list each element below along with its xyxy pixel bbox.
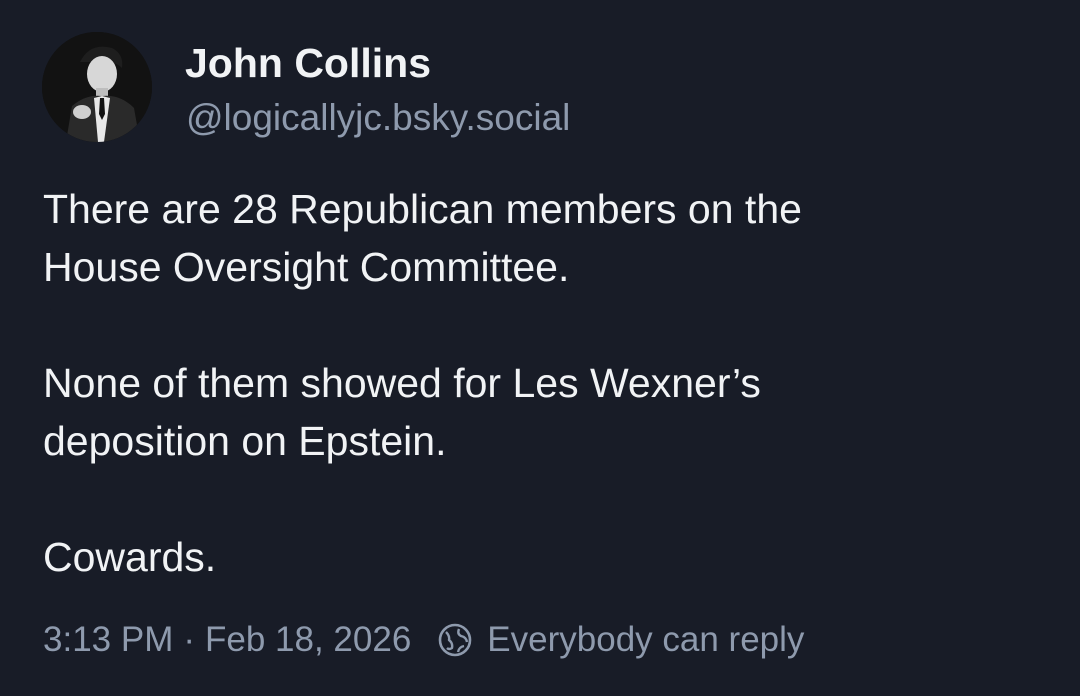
post-time[interactable]: 3:13 PM <box>43 620 173 660</box>
reply-setting[interactable]: Everybody can reply <box>487 620 804 660</box>
author-name[interactable]: John Collins <box>185 40 431 86</box>
profile-photo-icon <box>42 32 152 142</box>
post-date[interactable]: Feb 18, 2026 <box>205 620 411 660</box>
post-meta: 3:13 PM · Feb 18, 2026 Everybody can rep… <box>43 616 804 664</box>
globe-icon <box>437 622 473 658</box>
avatar[interactable] <box>42 32 152 142</box>
post-line: There are 28 Republican members on the <box>43 186 802 232</box>
post-line: deposition on Epstein. <box>43 418 447 464</box>
post-line: Cowards. <box>43 534 217 580</box>
post-card: John Collins @logicallyjc.bsky.social Th… <box>0 0 1080 696</box>
post-text: There are 28 Republican members on the H… <box>43 180 1043 586</box>
author-handle[interactable]: @logicallyjc.bsky.social <box>186 96 570 140</box>
post-line: None of them showed for Les Wexner’s <box>43 360 761 406</box>
post-line: House Oversight Committee. <box>43 244 570 290</box>
meta-separator: · <box>183 620 196 659</box>
